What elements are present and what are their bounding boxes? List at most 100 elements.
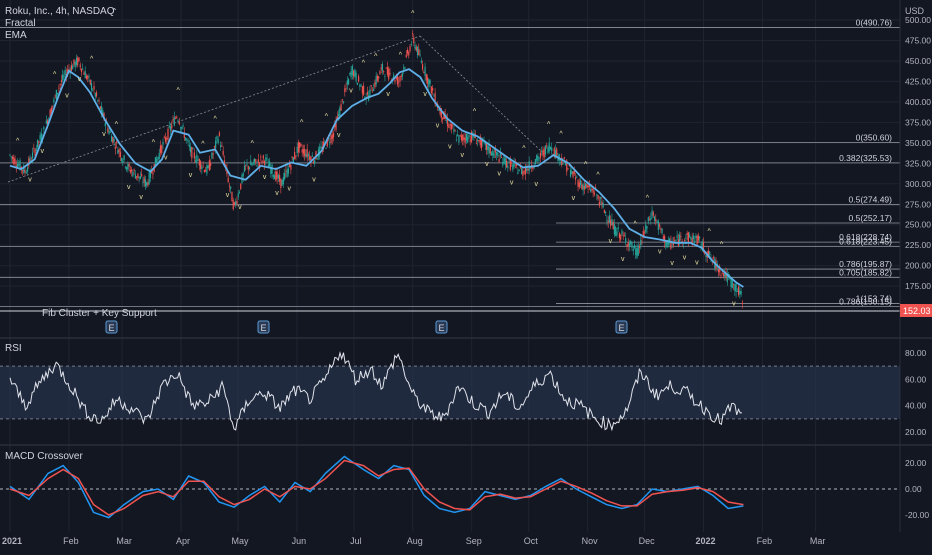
- candle-body: [84, 71, 86, 79]
- candle-body: [452, 125, 454, 127]
- candle-body: [217, 139, 219, 143]
- candle-body: [157, 157, 159, 160]
- candle-body: [123, 155, 125, 160]
- time-axis[interactable]: 2021 Feb Mar Apr May Jun Jul Aug Sep Oct Nov Dec 202…: [2, 536, 825, 546]
- candle-body: [635, 248, 637, 256]
- rsi-label: RSI: [5, 343, 22, 354]
- time-tick-label: Nov: [582, 536, 599, 546]
- candle-body: [522, 170, 524, 176]
- earnings-letter: E: [260, 323, 266, 333]
- fractal-down-icon: v: [312, 177, 316, 184]
- fractal-down-icon: v: [535, 181, 539, 188]
- candle-body: [60, 80, 63, 83]
- fractal-down-icon: v: [226, 192, 230, 199]
- candle-body: [173, 117, 175, 126]
- candle-body: [45, 120, 47, 124]
- candle-body: [468, 135, 470, 138]
- candle-body: [146, 182, 148, 186]
- candle-body: [112, 137, 114, 143]
- indicator-ema[interactable]: EMA: [5, 30, 27, 41]
- price-tag: 152.03: [903, 306, 931, 316]
- candle-body: [490, 152, 493, 156]
- candle-body: [637, 245, 639, 256]
- candle-body: [122, 160, 124, 163]
- price-tick-label: 425.00: [905, 76, 931, 86]
- collapse-icon[interactable]: ⌃: [111, 7, 118, 16]
- candle-body: [695, 235, 697, 239]
- earnings-icon[interactable]: E: [257, 320, 270, 334]
- candle-body: [685, 237, 687, 239]
- candle-body: [598, 201, 600, 206]
- candle-body: [320, 146, 322, 148]
- candle-body: [396, 76, 399, 85]
- fractal-down-icon: v: [609, 238, 613, 245]
- candle-body: [386, 67, 389, 75]
- candle-body: [574, 177, 577, 180]
- candle-body: [201, 166, 203, 169]
- fib-label: 0.705(185.82): [839, 267, 892, 277]
- candle-body: [192, 148, 194, 150]
- candle-body: [428, 79, 430, 87]
- candle-body: [730, 278, 732, 287]
- candle-body: [621, 230, 623, 235]
- candle-body: [500, 157, 503, 158]
- stock-chart[interactable]: 0(490.76) 0(350.60) 0.382(325.53) 0.5(274.4…: [0, 0, 932, 550]
- candle-body: [25, 172, 27, 174]
- candle-body: [163, 136, 165, 138]
- candle-body: [507, 165, 509, 169]
- candle-body: [75, 57, 78, 65]
- earnings-letter: E: [618, 323, 624, 333]
- candle-body: [384, 76, 386, 78]
- candle-body: [416, 46, 419, 56]
- fib-label: 0.786(150.15): [839, 297, 892, 307]
- candle-body: [378, 76, 380, 79]
- candle-body: [260, 156, 262, 158]
- candle-body: [582, 184, 584, 191]
- fractal-down-icon: v: [510, 179, 514, 186]
- earnings-icon[interactable]: E: [105, 320, 118, 334]
- candle-body: [158, 152, 160, 160]
- candle-body: [262, 155, 264, 159]
- candle-body: [658, 224, 661, 227]
- candle-body: [88, 75, 90, 77]
- candle-body: [567, 168, 569, 170]
- candle-body: [429, 80, 431, 84]
- candle-body: [737, 286, 740, 295]
- candle-body: [660, 228, 662, 230]
- candle-body: [403, 67, 405, 70]
- fib-label: 0.5(274.49): [849, 195, 893, 205]
- candle-body: [394, 80, 396, 82]
- indicator-fractal[interactable]: Fractal: [5, 18, 36, 29]
- price-tick-label: 225.00: [905, 240, 931, 250]
- candle-body: [339, 107, 341, 116]
- candle-body: [83, 72, 85, 75]
- fractal-down-icon: v: [65, 92, 69, 99]
- candle-body: [54, 95, 56, 97]
- price-tick-label: 375.00: [905, 117, 931, 127]
- candle-body: [690, 237, 692, 240]
- price-tick-label: 175.00: [905, 281, 931, 291]
- candle-body: [152, 173, 154, 175]
- candle-body: [59, 83, 61, 86]
- fractal-down-icon: v: [164, 155, 168, 162]
- earnings-icon[interactable]: E: [615, 320, 628, 334]
- candle-body: [572, 171, 574, 177]
- candle-body: [275, 170, 277, 181]
- candle-body: [132, 171, 134, 177]
- candle-body: [297, 142, 300, 153]
- candle-body: [228, 185, 231, 187]
- candle-body: [431, 87, 434, 91]
- candle-body: [526, 168, 528, 171]
- candle-body: [731, 280, 733, 289]
- candle-body: [448, 125, 450, 128]
- candle-body: [55, 90, 57, 100]
- candle-body: [350, 71, 352, 78]
- chart-title: Roku, Inc., 4h, NASDAQ: [5, 6, 115, 17]
- candle-body: [459, 134, 461, 136]
- candle-body: [58, 87, 60, 89]
- candle-body: [253, 158, 256, 162]
- candle-body: [57, 92, 59, 95]
- time-tick-label: Mar: [810, 536, 826, 546]
- candle-body: [211, 152, 213, 159]
- earnings-icon[interactable]: E: [435, 320, 448, 334]
